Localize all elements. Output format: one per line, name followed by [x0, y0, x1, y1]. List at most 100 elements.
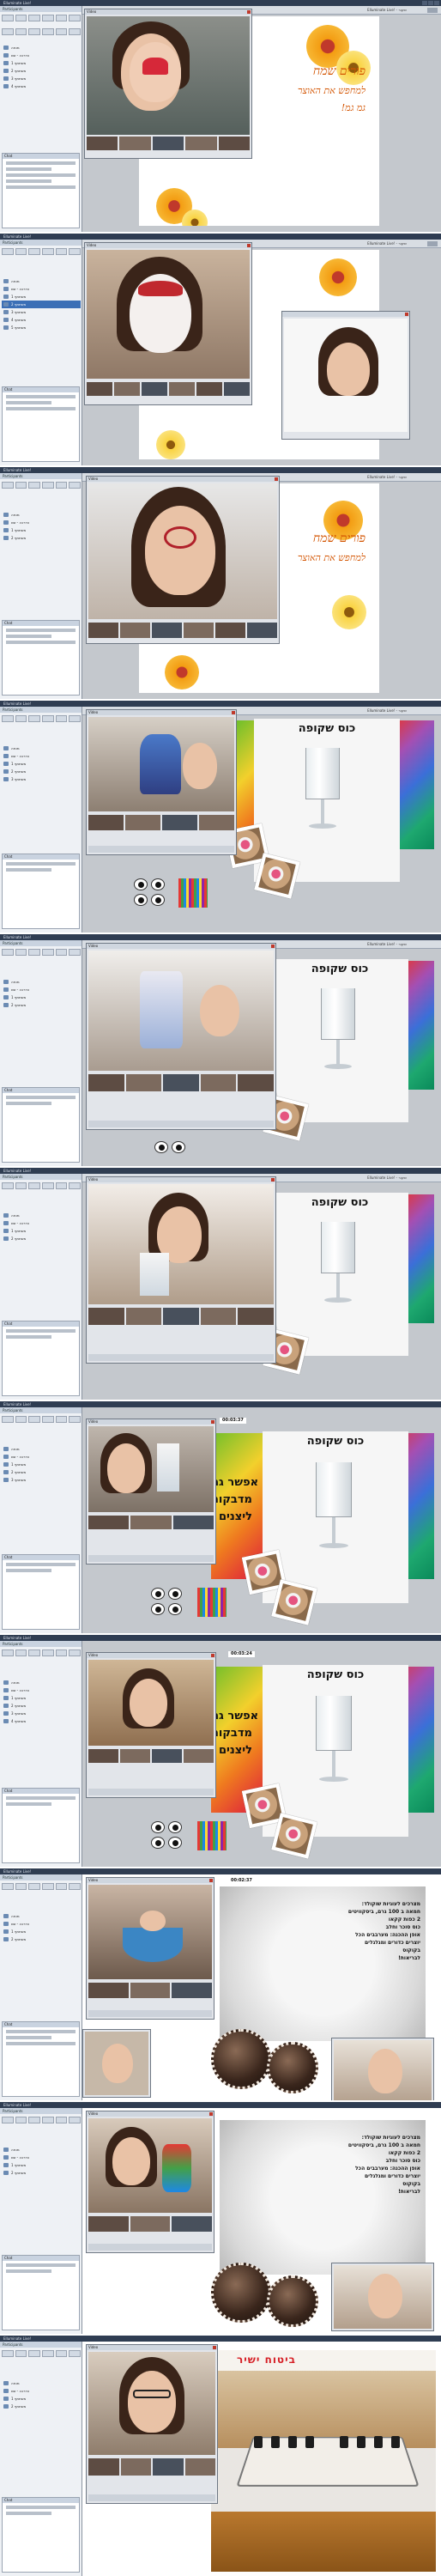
- participant-row[interactable]: מנחה: [2, 978, 81, 986]
- thumbnail[interactable]: [114, 382, 140, 396]
- participant-row[interactable]: הדרכה - שם: [2, 52, 81, 59]
- participant-row[interactable]: משתתף 2: [2, 1001, 81, 1009]
- participant-row[interactable]: משתתף 1: [2, 293, 81, 301]
- thumbnail[interactable]: [152, 623, 182, 638]
- participant-row[interactable]: הדרכה - שם: [2, 519, 81, 526]
- thumbnail[interactable]: [185, 137, 217, 150]
- participant-row[interactable]: הדרכה - שם: [2, 986, 81, 993]
- tool-button[interactable]: [15, 949, 27, 956]
- tool-button[interactable]: [28, 15, 40, 21]
- thumbnail[interactable]: [120, 623, 150, 638]
- thumbnail[interactable]: [125, 1074, 162, 1091]
- participant-row[interactable]: משתתף 4: [2, 316, 81, 324]
- tool-button[interactable]: [55, 1416, 68, 1423]
- tool-button[interactable]: [15, 482, 27, 489]
- tool-button[interactable]: [42, 1649, 54, 1656]
- tool-button[interactable]: [2, 2350, 14, 2357]
- tool-button[interactable]: [42, 1883, 54, 1890]
- tool-button[interactable]: [28, 1883, 40, 1890]
- thumbnail[interactable]: [200, 1308, 237, 1325]
- participant-row[interactable]: מנחה: [2, 44, 81, 52]
- participant-row[interactable]: משתתף 1: [2, 760, 81, 768]
- participant-row[interactable]: הדרכה - שם: [2, 2154, 81, 2161]
- thumbnail[interactable]: [130, 1983, 171, 1998]
- minimize-button[interactable]: [422, 1, 427, 5]
- close-icon[interactable]: [247, 10, 251, 14]
- video-popup[interactable]: [331, 2263, 434, 2331]
- thumbnail[interactable]: [224, 382, 250, 396]
- tool-button[interactable]: [2, 1883, 14, 1890]
- tool-button[interactable]: [42, 715, 54, 722]
- tool-button[interactable]: [28, 1182, 40, 1189]
- tool-button[interactable]: [2, 248, 14, 255]
- tool-button[interactable]: [42, 1182, 54, 1189]
- tool-button[interactable]: [55, 715, 68, 722]
- tool-button[interactable]: [15, 28, 27, 35]
- tool-button[interactable]: [69, 715, 81, 722]
- thumbnail[interactable]: [172, 1516, 214, 1529]
- tool-button[interactable]: [15, 1883, 27, 1890]
- thumbnail[interactable]: [172, 1983, 213, 1998]
- tool-button[interactable]: [28, 2350, 40, 2357]
- video-window[interactable]: Video: [86, 1419, 216, 1564]
- video-popup[interactable]: [331, 2038, 434, 2100]
- tool-button[interactable]: [69, 248, 81, 255]
- close-icon[interactable]: [405, 313, 408, 316]
- close-icon[interactable]: [275, 477, 278, 481]
- video-controls[interactable]: [88, 1789, 214, 1795]
- participant-row[interactable]: משתתף 3: [2, 775, 81, 783]
- tool-button[interactable]: [42, 2117, 54, 2123]
- tool-button[interactable]: [15, 715, 27, 722]
- thumbnail[interactable]: [87, 382, 112, 396]
- tool-button[interactable]: [28, 2117, 40, 2123]
- thumbnail[interactable]: [199, 815, 234, 830]
- tool-button[interactable]: [69, 2117, 81, 2123]
- participant-row[interactable]: הדרכה - שם: [2, 1686, 81, 1694]
- participant-row[interactable]: משתתף 1: [2, 1694, 81, 1702]
- video-window[interactable]: Video: [86, 476, 280, 644]
- thumbnail[interactable]: [162, 815, 197, 830]
- thumbnail[interactable]: [184, 2458, 215, 2476]
- thumbnail[interactable]: [163, 1074, 199, 1091]
- thumbnail[interactable]: [88, 1983, 129, 1998]
- video-window[interactable]: Video: [86, 2111, 214, 2253]
- tool-button[interactable]: [2, 1182, 14, 1189]
- participant-row[interactable]: משתתף 1: [2, 1928, 81, 1935]
- thumbnail[interactable]: [172, 2216, 213, 2232]
- tool-button[interactable]: [42, 482, 54, 489]
- thumbnail[interactable]: [163, 1308, 199, 1325]
- tool-button[interactable]: [28, 482, 40, 489]
- participant-row[interactable]: משתתף 1: [2, 2161, 81, 2169]
- thumbnail[interactable]: [169, 382, 195, 396]
- tool-button[interactable]: [2, 1649, 14, 1656]
- participant-row[interactable]: משתתף 3: [2, 1710, 81, 1717]
- tool-button[interactable]: [28, 248, 40, 255]
- tool-button[interactable]: [69, 2350, 81, 2357]
- participant-row[interactable]: משתתף 1: [2, 1227, 81, 1235]
- video-controls[interactable]: [88, 2494, 215, 2501]
- participant-row[interactable]: מנחה: [2, 2379, 81, 2387]
- tool-button[interactable]: [69, 1883, 81, 1890]
- thumbnail[interactable]: [88, 2216, 129, 2232]
- tool-button[interactable]: [15, 1182, 27, 1189]
- tool-button[interactable]: [69, 1182, 81, 1189]
- video-controls[interactable]: [88, 1555, 214, 1562]
- close-icon[interactable]: [232, 711, 235, 714]
- video-controls[interactable]: [88, 2010, 212, 2017]
- participant-row[interactable]: משתתף 4: [2, 82, 81, 90]
- maximize-button[interactable]: [428, 1, 433, 5]
- close-button[interactable]: [434, 1, 439, 5]
- thumbnail[interactable]: [125, 1308, 162, 1325]
- participant-row[interactable]: מנחה: [2, 511, 81, 519]
- tool-button[interactable]: [55, 1883, 68, 1890]
- whiteboard-close-button[interactable]: [427, 241, 438, 246]
- thumbnail[interactable]: [196, 382, 222, 396]
- thumbnail[interactable]: [88, 1516, 130, 1529]
- participant-row[interactable]: הדרכה - שם: [2, 285, 81, 293]
- tool-button[interactable]: [28, 1649, 40, 1656]
- tool-button[interactable]: [15, 1649, 27, 1656]
- participant-row[interactable]: משתתף 3: [2, 75, 81, 82]
- participant-row[interactable]: משתתף 1: [2, 2395, 81, 2403]
- thumbnail[interactable]: [238, 1308, 274, 1325]
- close-icon[interactable]: [211, 1654, 214, 1657]
